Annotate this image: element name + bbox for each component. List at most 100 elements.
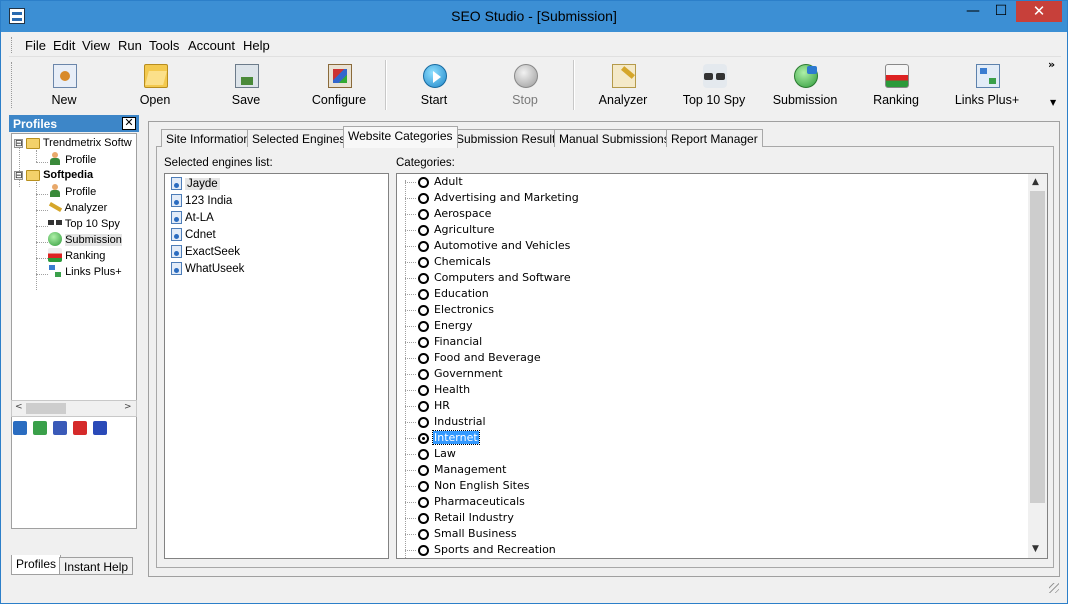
radio-button-icon[interactable] bbox=[418, 209, 429, 220]
radio-button-icon[interactable] bbox=[418, 273, 429, 284]
tab-submission-results[interactable]: Submission Results bbox=[451, 129, 567, 147]
new-button[interactable]: New bbox=[20, 60, 108, 110]
scrollbar-thumb[interactable] bbox=[1030, 191, 1045, 503]
toolbar-dropdown-icon[interactable]: ▼ bbox=[1050, 98, 1056, 107]
tree-connector bbox=[405, 486, 416, 487]
radio-button-icon[interactable] bbox=[418, 417, 429, 428]
list-item[interactable]: Cdnet bbox=[171, 228, 216, 241]
resize-grip-icon[interactable] bbox=[1047, 581, 1061, 595]
scroll-left-icon[interactable]: < bbox=[15, 402, 23, 412]
radio-button-icon[interactable] bbox=[418, 481, 429, 492]
stop-button[interactable]: Stop bbox=[481, 60, 569, 110]
tree-item-ranking[interactable]: Ranking bbox=[48, 248, 105, 262]
tab-profiles[interactable]: Profiles bbox=[11, 555, 62, 575]
menu-account[interactable]: Account bbox=[188, 38, 235, 53]
close-button[interactable]: ✕ bbox=[1016, 1, 1062, 22]
radio-button-icon[interactable] bbox=[418, 529, 429, 540]
toolbar-overflow-icon[interactable]: » bbox=[1048, 58, 1055, 71]
tab-instant-help[interactable]: Instant Help bbox=[59, 557, 134, 575]
radio-button-icon[interactable] bbox=[418, 369, 429, 380]
toolbar-grip[interactable] bbox=[11, 62, 14, 108]
tab-site-information[interactable]: Site Information bbox=[161, 129, 256, 147]
analyzer-button[interactable]: Analyzer bbox=[579, 60, 667, 110]
collapse-icon[interactable]: ⊟ bbox=[14, 139, 23, 148]
categories-vertical-scrollbar[interactable]: ▲ ▼ bbox=[1028, 174, 1047, 558]
tree-item-top-10-spy[interactable]: Top 10 Spy bbox=[48, 216, 120, 230]
scroll-up-icon[interactable]: ▲ bbox=[1032, 177, 1039, 187]
radio-button-icon[interactable] bbox=[418, 305, 429, 316]
list-item[interactable]: At-LA bbox=[171, 211, 214, 224]
maximize-button[interactable]: ☐ bbox=[987, 1, 1015, 22]
tree-item-submission[interactable]: Submission bbox=[48, 232, 122, 246]
scroll-down-icon[interactable]: ▼ bbox=[1032, 544, 1039, 554]
delete-icon[interactable] bbox=[73, 421, 87, 435]
tree-horizontal-scrollbar[interactable]: < > bbox=[11, 400, 137, 417]
tree-item-profile[interactable]: Profile bbox=[48, 184, 96, 198]
menu-tools[interactable]: Tools bbox=[149, 38, 179, 53]
radio-button-icon[interactable] bbox=[418, 513, 429, 524]
tree-item-label: Top 10 Spy bbox=[64, 218, 120, 230]
ranking-button[interactable]: Ranking bbox=[852, 60, 940, 110]
profiles-close-button[interactable]: ✕ bbox=[122, 117, 136, 130]
engines-list[interactable]: Jayde 123 India At-LA Cdnet ExactSeek Wh… bbox=[164, 173, 389, 559]
list-item[interactable]: Jayde bbox=[171, 177, 220, 190]
radio-button-icon[interactable] bbox=[418, 353, 429, 364]
links-plus-button[interactable]: Links Plus+ bbox=[943, 60, 1031, 110]
tab-report-manager[interactable]: Report Manager bbox=[666, 129, 763, 147]
radio-button-icon[interactable] bbox=[418, 497, 429, 508]
tree-connector bbox=[405, 518, 416, 519]
menu-help[interactable]: Help bbox=[243, 38, 270, 53]
menubar-grip[interactable] bbox=[11, 37, 14, 53]
radio-button-icon[interactable] bbox=[418, 177, 429, 188]
tree-item-profile[interactable]: Profile bbox=[48, 152, 96, 166]
shield-icon[interactable] bbox=[93, 421, 107, 435]
radio-button-icon[interactable] bbox=[418, 433, 429, 444]
menu-edit[interactable]: Edit bbox=[53, 38, 75, 53]
list-item[interactable]: 123 India bbox=[171, 194, 232, 207]
radio-button-icon[interactable] bbox=[418, 225, 429, 236]
tree-item-trendmetrix[interactable]: ⊟ Trendmetrix Softw bbox=[14, 136, 132, 149]
radio-button-icon[interactable] bbox=[418, 289, 429, 300]
monitor-icon[interactable] bbox=[53, 421, 67, 435]
tree-item-softpedia[interactable]: ⊟ Softpedia bbox=[14, 168, 93, 181]
rename-icon[interactable] bbox=[33, 421, 47, 435]
tree-item-label: Profile bbox=[65, 186, 97, 198]
radio-button-icon[interactable] bbox=[418, 193, 429, 204]
menu-run[interactable]: Run bbox=[118, 38, 142, 53]
menu-file[interactable]: File bbox=[25, 38, 46, 53]
start-button[interactable]: Start bbox=[390, 60, 478, 110]
configure-button[interactable]: Configure bbox=[295, 60, 383, 110]
tree-item-analyzer[interactable]: Analyzer bbox=[48, 200, 107, 214]
minimize-button[interactable]: — bbox=[959, 1, 987, 22]
list-item[interactable]: WhatUseek bbox=[171, 262, 244, 275]
engine-name: ExactSeek bbox=[185, 246, 240, 258]
tree-item-label: Links Plus+ bbox=[65, 266, 122, 278]
radio-button-icon[interactable] bbox=[418, 321, 429, 332]
scrollbar-thumb[interactable] bbox=[26, 403, 66, 414]
tab-manual-submissions[interactable]: Manual Submissions bbox=[554, 129, 675, 147]
open-button[interactable]: Open bbox=[111, 60, 199, 110]
radio-button-icon[interactable] bbox=[418, 401, 429, 412]
scroll-right-icon[interactable]: > bbox=[124, 402, 132, 412]
radio-button-icon[interactable] bbox=[418, 257, 429, 268]
radio-button-icon[interactable] bbox=[418, 449, 429, 460]
swap-icon[interactable] bbox=[13, 421, 27, 435]
title-bar[interactable]: SEO Studio - [Submission] — ☐ ✕ bbox=[1, 1, 1067, 32]
tab-website-categories[interactable]: Website Categories bbox=[343, 126, 458, 148]
collapse-icon[interactable]: ⊟ bbox=[14, 171, 23, 180]
radio-button-icon[interactable] bbox=[418, 385, 429, 396]
tree-item-links-plus[interactable]: Links Plus+ bbox=[48, 264, 122, 278]
categories-tree[interactable]: Adult Advertising and Marketing Aerospace A… bbox=[396, 173, 1048, 559]
tree-connector bbox=[19, 147, 20, 187]
radio-button-icon[interactable] bbox=[418, 545, 429, 556]
top-10-spy-button[interactable]: Top 10 Spy bbox=[670, 60, 758, 110]
submission-button[interactable]: Submission bbox=[761, 60, 849, 110]
radio-button-icon[interactable] bbox=[418, 465, 429, 476]
radio-button-icon[interactable] bbox=[418, 337, 429, 348]
ranking-button-label: Ranking bbox=[873, 93, 919, 107]
tab-selected-engines[interactable]: Selected Engines bbox=[247, 129, 351, 147]
menu-view[interactable]: View bbox=[82, 38, 110, 53]
list-item[interactable]: ExactSeek bbox=[171, 245, 240, 258]
save-button[interactable]: Save bbox=[202, 60, 290, 110]
radio-button-icon[interactable] bbox=[418, 241, 429, 252]
